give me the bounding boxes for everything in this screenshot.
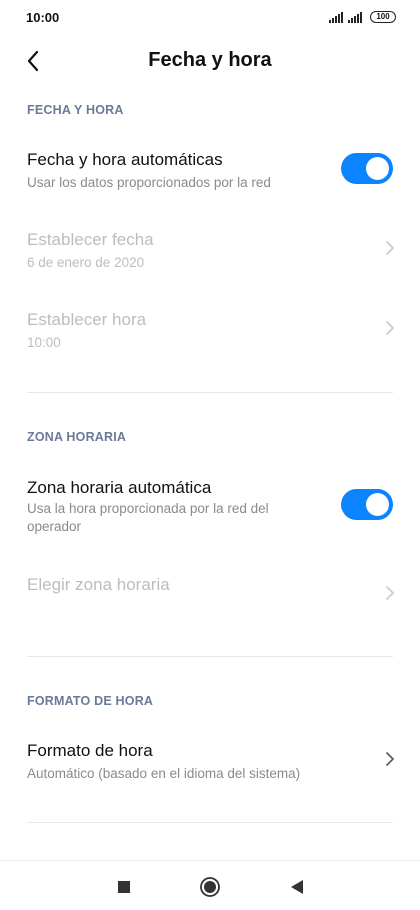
recents-button[interactable] [112, 875, 136, 899]
row-title: Fecha y hora automáticas [27, 150, 223, 169]
signal-icon [329, 12, 343, 23]
set-date-row[interactable]: Establecer fecha 6 de enero de 2020 [0, 220, 420, 280]
nav-back-button[interactable] [285, 875, 309, 899]
set-time-row[interactable]: Establecer hora 10:00 [0, 300, 420, 360]
toggle-knob [366, 493, 389, 516]
section-divider [27, 392, 393, 393]
toggle-knob [366, 157, 389, 180]
square-icon [118, 881, 130, 893]
auto-date-time-row[interactable]: Fecha y hora automáticas Usar los datos … [0, 140, 420, 200]
chevron-right-icon [386, 241, 394, 255]
row-title: Formato de hora [27, 741, 153, 760]
app-header: Fecha y hora [0, 36, 420, 84]
auto-timezone-toggle[interactable] [341, 489, 393, 520]
section-heading-fecha-hora: FECHA Y HORA [27, 103, 124, 117]
status-time: 10:00 [26, 10, 60, 25]
row-subtitle: Usar los datos proporcionados por la red [27, 175, 271, 190]
section-heading-zona-horaria: ZONA HORARIA [27, 430, 127, 444]
row-title: Zona horaria automática [27, 478, 212, 497]
chevron-right-icon [386, 752, 394, 766]
row-subtitle-line-1: Usa la hora proporcionada por la red del [27, 501, 269, 516]
circle-icon [200, 877, 220, 897]
row-title: Establecer hora [27, 310, 147, 329]
triangle-left-icon [291, 880, 303, 894]
row-title: Elegir zona horaria [27, 575, 170, 594]
row-subtitle-line-2: operador [27, 519, 82, 534]
auto-timezone-row[interactable]: Zona horaria automática Usa la hora prop… [0, 468, 420, 540]
row-title: Establecer fecha [27, 230, 154, 249]
time-format-row[interactable]: Formato de hora Automático (basado en el… [0, 731, 420, 791]
home-button[interactable] [198, 875, 222, 899]
section-divider [27, 822, 393, 823]
chevron-right-icon [386, 586, 394, 600]
section-divider [27, 656, 393, 657]
choose-timezone-row[interactable]: Elegir zona horaria [0, 565, 420, 625]
row-value: 6 de enero de 2020 [27, 255, 145, 270]
system-nav-bar [0, 860, 420, 910]
row-value: 10:00 [27, 335, 61, 350]
section-heading-formato-hora: FORMATO DE HORA [27, 694, 154, 708]
signal-icon [348, 12, 362, 23]
status-bar: 10:00 100 [0, 0, 420, 36]
chevron-right-icon [386, 321, 394, 335]
auto-date-time-toggle[interactable] [341, 153, 393, 184]
page-title: Fecha y hora [148, 49, 272, 71]
battery-icon: 100 [370, 11, 396, 23]
row-value: Automático (basado en el idioma del sist… [27, 766, 301, 781]
status-icons: 100 [329, 11, 396, 23]
